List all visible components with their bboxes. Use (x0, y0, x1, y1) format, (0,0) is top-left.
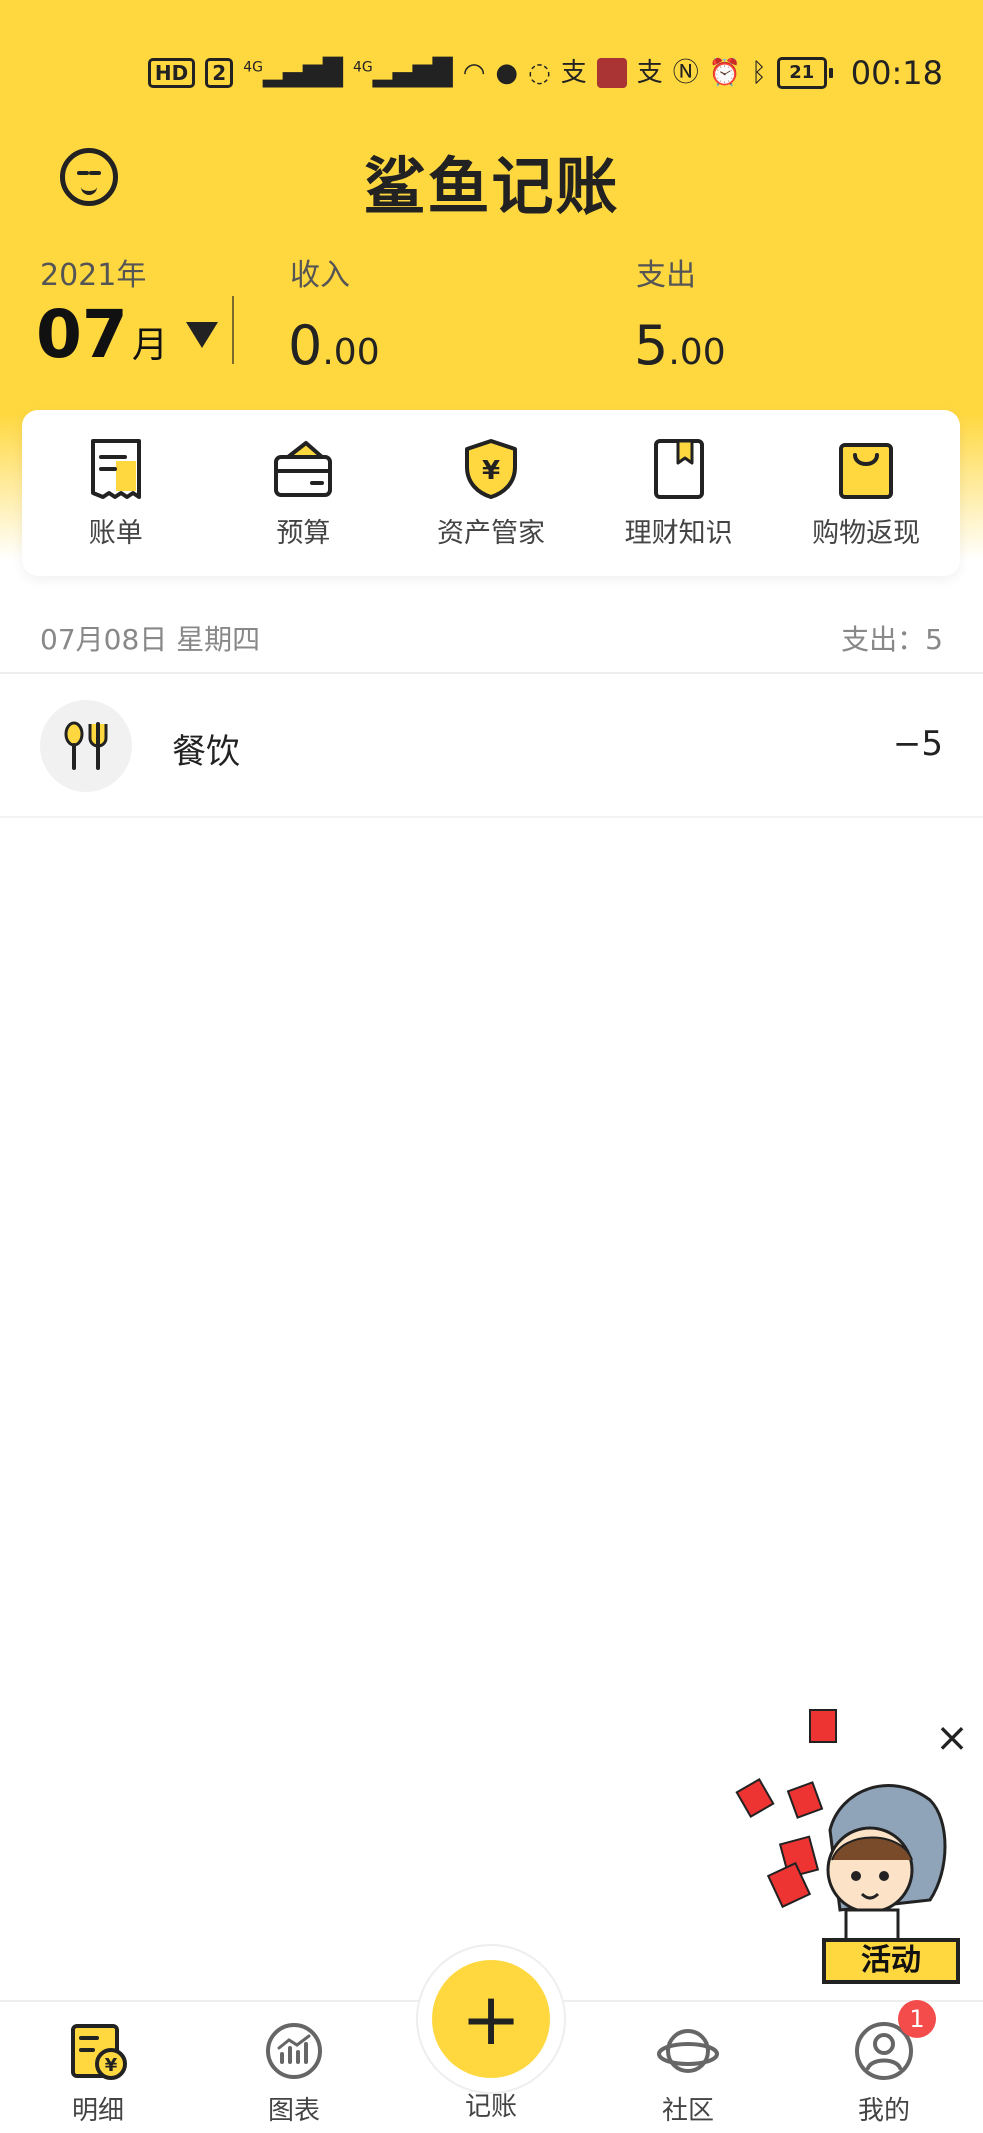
quick-action-label: 资产管家 (436, 517, 545, 549)
tab-label: 社区 (661, 2096, 714, 2126)
book-icon (653, 438, 704, 499)
tab-label: 我的 (857, 2096, 910, 2126)
status-bar: HD 2 4G▂▄▆█ 4G▂▄▆█ ◠ ● ◌ 支 支 Ⓝ ⏰ ᛒ 21 00… (0, 40, 983, 106)
promo-label: 活动 (822, 1938, 960, 1984)
shopping-bag-icon (839, 442, 894, 499)
nfc-icon: Ⓝ (672, 58, 699, 88)
day-expense-summary: 支出：5 (841, 623, 943, 656)
day-date: 07月08日 星期四 (40, 623, 261, 656)
plus-icon: + (460, 1977, 522, 2061)
chart-icon (266, 2023, 322, 2079)
quick-action-bill[interactable]: 账单 (31, 437, 201, 550)
quick-action-cashback[interactable]: 购物返现 (781, 437, 951, 550)
year-label: 2021年 (40, 258, 147, 293)
sim-indicator: 2 (205, 58, 234, 88)
month-selector[interactable]: 07 月 (36, 296, 218, 373)
status-time: 00:18 (850, 54, 943, 92)
tab-profile[interactable]: 我的 (824, 2020, 944, 2127)
quick-action-finance-knowledge[interactable]: 理财知识 (594, 437, 764, 550)
add-record-label: 记账 (464, 2092, 517, 2122)
income-label: 收入 (290, 258, 350, 293)
tab-chart[interactable]: 图表 (234, 2020, 354, 2127)
battery-icon: 21 (776, 57, 833, 89)
asset-shield-icon: ¥ (464, 438, 517, 499)
qq-icon: ● (495, 58, 519, 88)
quick-actions-card: 账单 预算 ¥ 资产管家 理财知识 购物返现 (22, 410, 960, 576)
quick-action-label: 预算 (276, 517, 331, 549)
bluetooth-icon: ᛒ (751, 58, 767, 88)
quick-action-budget[interactable]: 预算 (218, 437, 388, 550)
quick-action-asset-manager[interactable]: ¥ 资产管家 (406, 437, 576, 550)
expense-amount: 5.00 (634, 314, 726, 377)
quick-action-label: 账单 (88, 517, 143, 549)
wifi-icon: ◠ (462, 58, 486, 88)
transaction-row[interactable]: 餐饮 −5 (0, 690, 983, 818)
summary-divider (232, 296, 234, 364)
tab-label: 图表 (267, 2096, 320, 2126)
alipay-icon: 支 (560, 58, 587, 88)
game-app-icon (596, 58, 627, 88)
transaction-category: 餐饮 (172, 732, 240, 772)
alipay-icon-2: 支 (636, 58, 663, 88)
tab-community[interactable]: 社区 (628, 2020, 748, 2127)
transaction-amount: −5 (892, 724, 943, 764)
month-number: 07 (36, 296, 128, 373)
hd-indicator: HD (147, 58, 196, 88)
bill-icon (90, 438, 141, 499)
close-icon[interactable]: × (930, 1716, 974, 1760)
day-group-header: 07月08日 星期四 支出：5 (0, 600, 983, 674)
income-amount: 0.00 (288, 314, 380, 377)
utensils-icon (40, 700, 132, 792)
expense-label: 支出 (636, 258, 696, 293)
details-icon: ¥ (71, 2024, 127, 2080)
wallet-icon (274, 440, 333, 497)
wechat-icon: ◌ (528, 58, 551, 88)
tab-details[interactable]: ¥ 明细 (38, 2020, 158, 2127)
quick-action-label: 购物返现 (812, 517, 921, 549)
promo-activity-banner[interactable]: 活动 (720, 1700, 960, 1990)
month-unit: 月 (131, 325, 168, 366)
caret-down-icon (185, 321, 218, 348)
planet-icon (657, 2029, 719, 2073)
quick-action-label: 理财知识 (624, 517, 733, 549)
signal-icon-2: 4G▂▄▆█ (352, 58, 453, 88)
alarm-icon: ⏰ (708, 58, 742, 88)
notification-badge: 1 (898, 2000, 936, 2038)
add-record-button[interactable]: + (432, 1960, 550, 2078)
app-title: 鲨鱼记账 (363, 150, 620, 223)
signal-icon: 4G▂▄▆█ (243, 58, 343, 88)
svg-text:¥: ¥ (105, 2055, 118, 2076)
tab-label: 明细 (71, 2096, 124, 2126)
svg-text:¥: ¥ (482, 456, 500, 486)
